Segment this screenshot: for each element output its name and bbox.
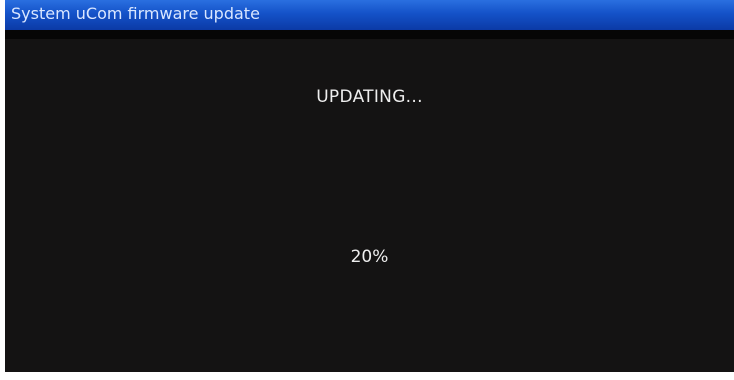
update-status-text: UPDATING... [316,87,423,107]
screen-frame: System uCom firmware update UPDATING... … [0,0,734,380]
window-title: System uCom firmware update [11,4,260,23]
title-bar: System uCom firmware update [5,0,734,30]
progress-percentage: 20% [350,247,389,267]
title-bar-divider [5,30,734,39]
display-screen: System uCom firmware update UPDATING... … [5,0,734,372]
